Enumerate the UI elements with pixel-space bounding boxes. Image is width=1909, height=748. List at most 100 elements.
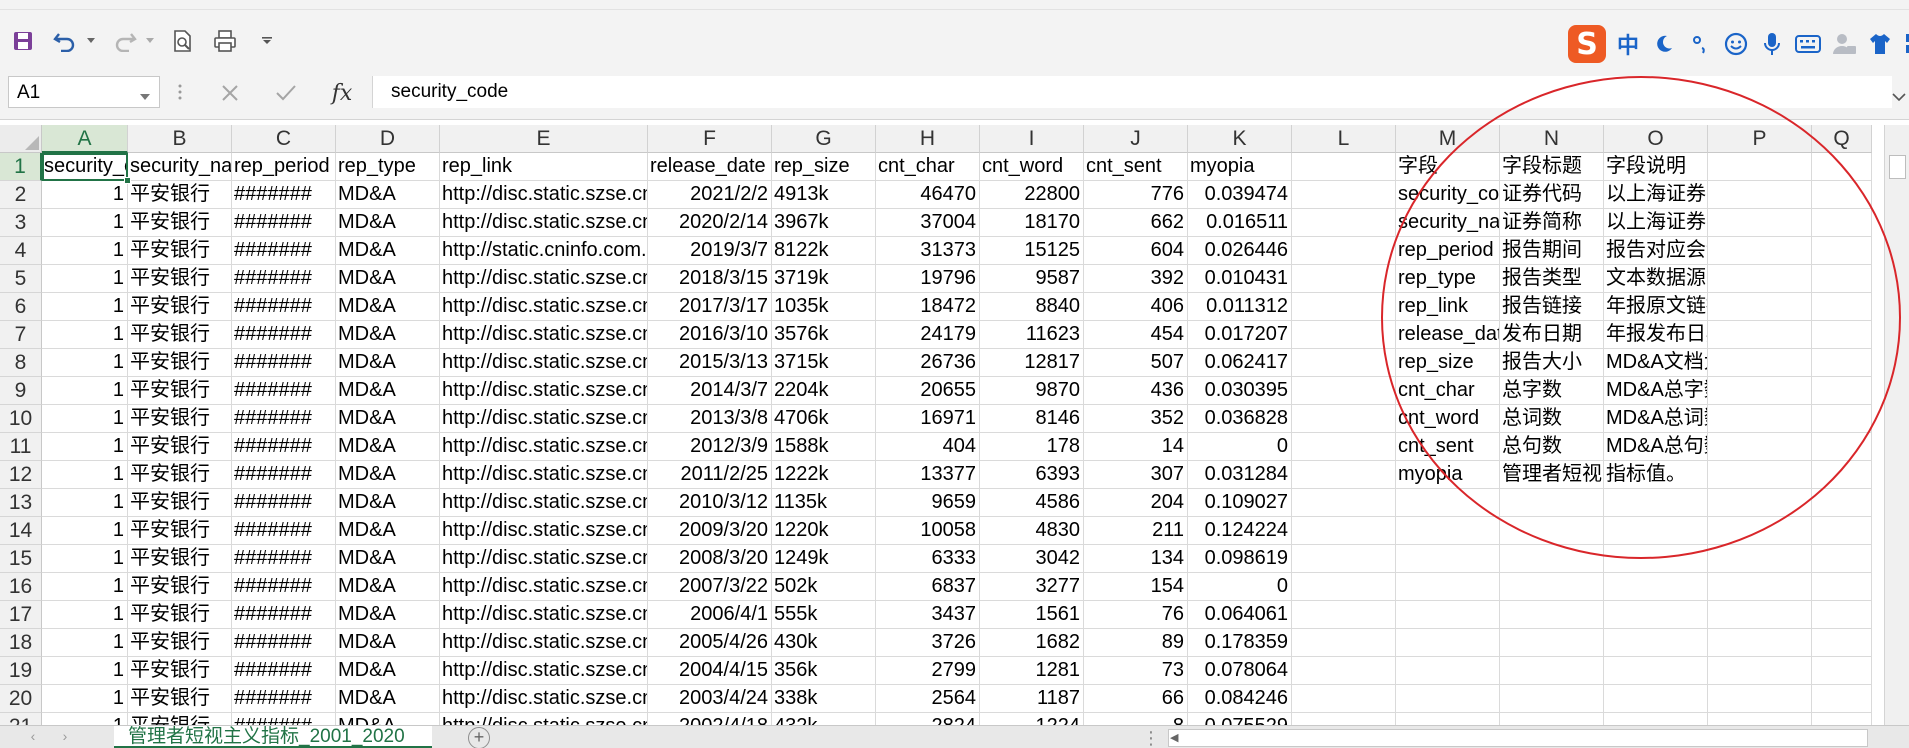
cell-i2[interactable]: 22800 bbox=[980, 181, 1084, 209]
cell-f20[interactable]: 2003/4/24 bbox=[648, 685, 772, 713]
cell-a9[interactable]: 1 bbox=[42, 377, 128, 405]
cell-g16[interactable]: 502k bbox=[772, 573, 876, 601]
punctuation-icon[interactable] bbox=[1686, 29, 1714, 59]
cell-g13[interactable]: 1135k bbox=[772, 489, 876, 517]
cell-d11[interactable]: MD&A bbox=[336, 433, 440, 461]
cell-h2[interactable]: 46470 bbox=[876, 181, 980, 209]
cell-l14[interactable] bbox=[1292, 517, 1396, 545]
cell-h18[interactable]: 3726 bbox=[876, 629, 980, 657]
cell-o2[interactable]: 以上海证券交易所和深圳证券 bbox=[1604, 181, 1708, 209]
cell-l8[interactable] bbox=[1292, 349, 1396, 377]
confirm-entry-icon[interactable] bbox=[270, 78, 302, 108]
cell-k16[interactable]: 0 bbox=[1188, 573, 1292, 601]
cell-i20[interactable]: 1187 bbox=[980, 685, 1084, 713]
cell-g20[interactable]: 338k bbox=[772, 685, 876, 713]
cell-e8[interactable]: http://disc.static.szse.cn bbox=[440, 349, 648, 377]
cell-b20[interactable]: 平安银行 bbox=[128, 685, 232, 713]
cell-k18[interactable]: 0.178359 bbox=[1188, 629, 1292, 657]
cell-k3[interactable]: 0.016511 bbox=[1188, 209, 1292, 237]
cell-c2[interactable]: ####### bbox=[232, 181, 336, 209]
cell-q4[interactable] bbox=[1812, 237, 1872, 265]
sheet-tab-active[interactable]: 管理者短视主义指标_2001_2020 bbox=[114, 726, 432, 748]
cell-j12[interactable]: 307 bbox=[1084, 461, 1188, 489]
cell-f18[interactable]: 2005/4/26 bbox=[648, 629, 772, 657]
cell-h15[interactable]: 6333 bbox=[876, 545, 980, 573]
cell-m9[interactable]: cnt_char bbox=[1396, 377, 1500, 405]
column-header-k[interactable]: K bbox=[1188, 125, 1292, 153]
cell-d19[interactable]: MD&A bbox=[336, 657, 440, 685]
cell-h4[interactable]: 31373 bbox=[876, 237, 980, 265]
cell-d21[interactable]: MD&A bbox=[336, 713, 440, 725]
cell-o4[interactable]: 报告对应会计期间截止日期 bbox=[1604, 237, 1708, 265]
customize-toolbar-icon[interactable] bbox=[262, 36, 272, 46]
cell-e10[interactable]: http://disc.static.szse.cn bbox=[440, 405, 648, 433]
cell-g10[interactable]: 4706k bbox=[772, 405, 876, 433]
cell-p3[interactable] bbox=[1708, 209, 1812, 237]
column-header-p[interactable]: P bbox=[1708, 125, 1812, 153]
cell-n18[interactable] bbox=[1500, 629, 1604, 657]
cell-o5[interactable]: 文本数据源类型。 bbox=[1604, 265, 1708, 293]
cell-p1[interactable] bbox=[1708, 153, 1812, 181]
print-icon[interactable] bbox=[212, 28, 238, 54]
cell-h21[interactable]: 2824 bbox=[876, 713, 980, 725]
cell-b9[interactable]: 平安银行 bbox=[128, 377, 232, 405]
cell-c20[interactable]: ####### bbox=[232, 685, 336, 713]
print-preview-icon[interactable] bbox=[170, 28, 196, 54]
cell-k9[interactable]: 0.030395 bbox=[1188, 377, 1292, 405]
row-header-9[interactable]: 9 bbox=[0, 377, 42, 405]
cell-c13[interactable]: ####### bbox=[232, 489, 336, 517]
cell-f5[interactable]: 2018/3/15 bbox=[648, 265, 772, 293]
cell-h13[interactable]: 9659 bbox=[876, 489, 980, 517]
cell-e1[interactable]: rep_link bbox=[440, 153, 648, 181]
cell-c5[interactable]: ####### bbox=[232, 265, 336, 293]
cell-k2[interactable]: 0.039474 bbox=[1188, 181, 1292, 209]
cell-k8[interactable]: 0.062417 bbox=[1188, 349, 1292, 377]
cell-q12[interactable] bbox=[1812, 461, 1872, 489]
cell-a19[interactable]: 1 bbox=[42, 657, 128, 685]
cell-e19[interactable]: http://disc.static.szse.cn bbox=[440, 657, 648, 685]
cell-d13[interactable]: MD&A bbox=[336, 489, 440, 517]
cell-g11[interactable]: 1588k bbox=[772, 433, 876, 461]
cell-i13[interactable]: 4586 bbox=[980, 489, 1084, 517]
cell-d7[interactable]: MD&A bbox=[336, 321, 440, 349]
add-sheet-icon[interactable]: + bbox=[468, 727, 490, 748]
formula-input[interactable]: security_code bbox=[372, 76, 1892, 108]
cell-g18[interactable]: 430k bbox=[772, 629, 876, 657]
cell-l16[interactable] bbox=[1292, 573, 1396, 601]
cell-k15[interactable]: 0.098619 bbox=[1188, 545, 1292, 573]
cell-i5[interactable]: 9587 bbox=[980, 265, 1084, 293]
cell-a15[interactable]: 1 bbox=[42, 545, 128, 573]
cell-n6[interactable]: 报告链接 bbox=[1500, 293, 1604, 321]
cell-m11[interactable]: cnt_sent bbox=[1396, 433, 1500, 461]
cell-b15[interactable]: 平安银行 bbox=[128, 545, 232, 573]
vertical-scroll-thumb[interactable] bbox=[1889, 155, 1906, 179]
row-header-3[interactable]: 3 bbox=[0, 209, 42, 237]
cell-d5[interactable]: MD&A bbox=[336, 265, 440, 293]
cell-d18[interactable]: MD&A bbox=[336, 629, 440, 657]
cell-o17[interactable] bbox=[1604, 601, 1708, 629]
cell-j14[interactable]: 211 bbox=[1084, 517, 1188, 545]
cell-l12[interactable] bbox=[1292, 461, 1396, 489]
cell-b10[interactable]: 平安银行 bbox=[128, 405, 232, 433]
cell-i19[interactable]: 1281 bbox=[980, 657, 1084, 685]
cell-f21[interactable]: 2002/4/18 bbox=[648, 713, 772, 725]
cell-i18[interactable]: 1682 bbox=[980, 629, 1084, 657]
cell-q5[interactable] bbox=[1812, 265, 1872, 293]
cell-q8[interactable] bbox=[1812, 349, 1872, 377]
cell-l15[interactable] bbox=[1292, 545, 1396, 573]
cell-a20[interactable]: 1 bbox=[42, 685, 128, 713]
cell-b16[interactable]: 平安银行 bbox=[128, 573, 232, 601]
cell-m6[interactable]: rep_link bbox=[1396, 293, 1500, 321]
cell-m1[interactable]: 字段 bbox=[1396, 153, 1500, 181]
cell-m12[interactable]: myopia bbox=[1396, 461, 1500, 489]
cell-o21[interactable] bbox=[1604, 713, 1708, 725]
column-header-q[interactable]: Q bbox=[1812, 125, 1872, 153]
cell-c21[interactable]: ####### bbox=[232, 713, 336, 725]
cell-d17[interactable]: MD&A bbox=[336, 601, 440, 629]
cell-g9[interactable]: 2204k bbox=[772, 377, 876, 405]
cell-d1[interactable]: rep_type bbox=[336, 153, 440, 181]
cell-g19[interactable]: 356k bbox=[772, 657, 876, 685]
cell-g2[interactable]: 4913k bbox=[772, 181, 876, 209]
cell-b2[interactable]: 平安银行 bbox=[128, 181, 232, 209]
cell-l21[interactable] bbox=[1292, 713, 1396, 725]
